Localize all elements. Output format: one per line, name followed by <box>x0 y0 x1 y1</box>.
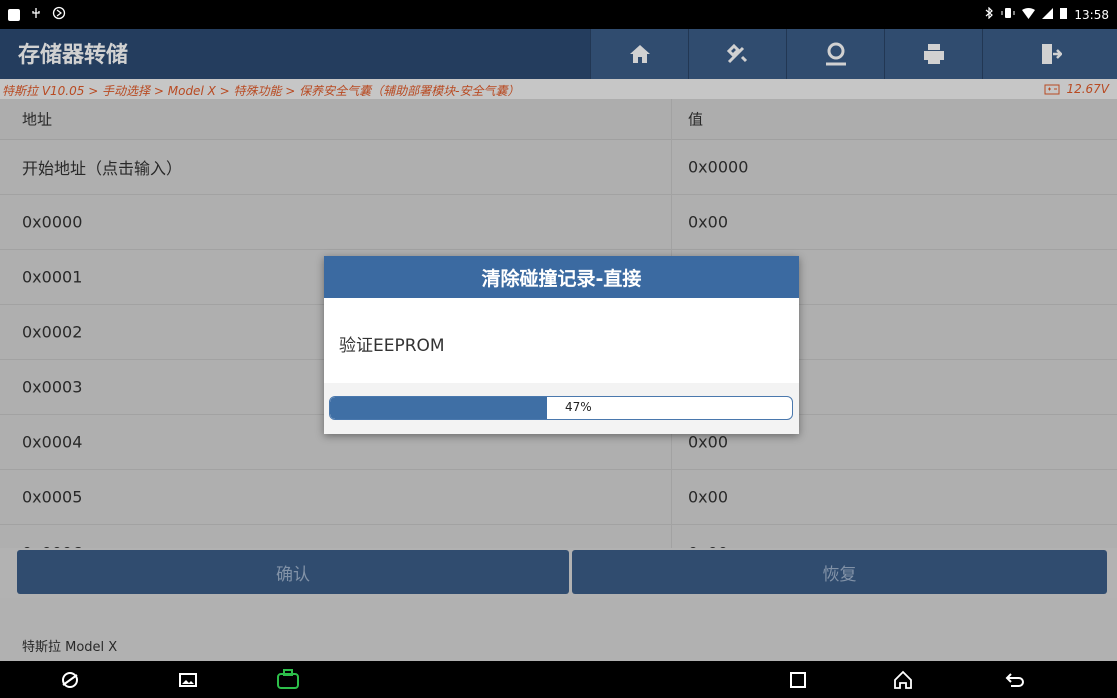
signal-icon <box>1042 7 1054 22</box>
system-navigation-bar <box>0 661 1117 698</box>
dialog-body: 验证EEPROM <box>324 298 799 383</box>
bluetooth-icon <box>985 6 994 22</box>
progress-bar: 47% <box>329 396 793 420</box>
usb-icon <box>30 7 42 22</box>
vibrate-icon <box>1001 7 1015 22</box>
recent-apps-icon <box>790 671 806 688</box>
browser-button[interactable] <box>50 661 90 698</box>
dialog-message: 验证EEPROM <box>339 336 445 356</box>
dialog-title: 清除碰撞记录-直接 <box>324 256 799 298</box>
back-icon <box>1005 672 1024 687</box>
wifi-icon <box>1022 7 1036 22</box>
gallery-icon <box>179 672 197 687</box>
browser-icon <box>62 671 78 688</box>
battery-icon <box>1060 7 1068 22</box>
progress-label: 47% <box>565 400 592 414</box>
home-nav-icon <box>894 670 912 689</box>
home-nav-button[interactable] <box>883 661 923 698</box>
status-bar: 13:58 <box>0 0 1117 29</box>
clock: 13:58 <box>1074 7 1109 22</box>
recent-apps-button[interactable] <box>778 661 818 698</box>
notification-icon <box>8 8 20 21</box>
vci-icon <box>277 668 299 689</box>
gallery-button[interactable] <box>168 661 208 698</box>
bluetooth-settings-icon <box>52 6 66 23</box>
progress-dialog: 清除碰撞记录-直接 验证EEPROM 47% <box>324 256 799 434</box>
back-button[interactable] <box>995 661 1035 698</box>
vci-button[interactable] <box>268 661 308 698</box>
progress-fill <box>330 397 548 419</box>
